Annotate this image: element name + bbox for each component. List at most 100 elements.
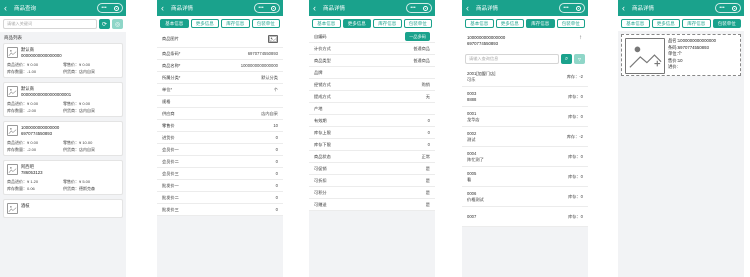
more-dots-icon[interactable]: ••• — [258, 5, 263, 11]
store-row[interactable]: 0005 看 库存：0 — [462, 167, 588, 187]
field-row[interactable]: 计价方式 普通商品 — [309, 43, 435, 55]
field-row[interactable]: 批发价三 0 — [157, 204, 283, 216]
tab-1[interactable]: 更多信息 — [495, 19, 524, 28]
product-name-block: 1000000000000000 6970774550893 — [21, 125, 59, 137]
refresh-button[interactable]: ⟳ — [99, 19, 110, 29]
product-card[interactable]: 默认商 000000000000000000001 商品进价：¥ 0.00 零售价：¥… — [3, 82, 123, 117]
unit-card[interactable]: 品名:1000000000000000 条码:6970774550893 单位:… — [621, 34, 741, 76]
tab-0[interactable]: 基本信息 — [312, 19, 341, 28]
store-row[interactable]: 0001 龙华店 库存：0 — [462, 107, 588, 127]
tab-1[interactable]: 更多信息 — [651, 19, 680, 28]
record-icon[interactable] — [575, 5, 581, 11]
field-row[interactable]: 进货价 0 — [157, 132, 283, 144]
field-row[interactable]: 商品条码* 6970774550893 — [157, 48, 283, 60]
field-row[interactable]: 批发价一 0 — [157, 180, 283, 192]
field-row[interactable]: 商品类型 普通商品 — [309, 55, 435, 67]
tab-1[interactable]: 更多信息 — [342, 19, 371, 28]
mini-program-capsule[interactable]: ••• — [97, 3, 123, 13]
field-row[interactable]: 可促销 是 — [309, 163, 435, 175]
mini-program-capsule[interactable]: ••• — [715, 3, 741, 13]
field-row[interactable]: 可折扣 是 — [309, 175, 435, 187]
product-card[interactable]: 默认商 00000000000000000 商品进价：¥ 0.00 零售价：¥ 0.0… — [3, 43, 123, 78]
record-icon[interactable] — [422, 5, 428, 11]
product-card[interactable]: 1000000000000000 6970774550893 商品进价：¥ 0.00… — [3, 121, 123, 156]
store-row[interactable]: 0002 测试 库存：-2 — [462, 127, 588, 147]
search-input[interactable]: 请输入关键词 — [3, 19, 97, 29]
store-row[interactable]: 0004 阵忙测了 库存：0 — [462, 147, 588, 167]
field-row[interactable]: 自编码 一品多码 — [309, 31, 435, 43]
product-card[interactable]: 阿西吧 786053123 商品进价：¥ 1.20 零售价：¥ 5.00 库存数量：0.… — [3, 160, 123, 195]
mini-program-capsule[interactable]: ••• — [559, 3, 585, 13]
field-row[interactable]: 品牌 — [309, 67, 435, 79]
product-name-block: 阿西吧 786053123 — [21, 164, 43, 176]
back-icon[interactable]: ‹ — [161, 0, 169, 16]
product-image-row[interactable]: 商品图片 — [157, 31, 283, 48]
tab-2[interactable]: 库存信息 — [526, 19, 555, 28]
field-row[interactable]: 所属分类* 默认分类 — [157, 72, 283, 84]
tab-1[interactable]: 更多信息 — [190, 19, 219, 28]
image-placeholder-icon[interactable] — [268, 35, 278, 43]
field-row[interactable]: 规格 — [157, 96, 283, 108]
field-row[interactable]: 供应商 店内自采 — [157, 108, 283, 120]
multi-code-button[interactable]: 一品多码 — [405, 32, 430, 41]
arrow-up-icon[interactable]: ↑ — [579, 35, 582, 41]
store-row[interactable]: 2001[加盟门店] 可乐 库存：-2 — [462, 67, 588, 87]
store-stock: 库存：-2 — [566, 73, 583, 79]
more-dots-icon[interactable]: ••• — [719, 5, 724, 11]
mini-program-capsule[interactable]: ••• — [406, 3, 432, 13]
field-row[interactable]: 有效期 0 — [309, 115, 435, 127]
more-dots-icon[interactable]: ••• — [101, 5, 106, 11]
tab-0[interactable]: 基本信息 — [621, 19, 650, 28]
field-label: 商品图片 — [162, 36, 179, 41]
field-row[interactable]: 提成方式 无 — [309, 91, 435, 103]
field-row[interactable]: 会员价三 0 — [157, 168, 283, 180]
field-row[interactable]: 库存上限 0 — [309, 127, 435, 139]
filter-button[interactable]: ▿ — [574, 54, 585, 64]
field-row[interactable]: 库存下限 0 — [309, 139, 435, 151]
retail-price: 零售价：¥ 0.00 — [63, 62, 119, 68]
store-row[interactable]: 0006 价格测试 库存：0 — [462, 187, 588, 207]
page-title: 商品详情 — [171, 6, 194, 12]
tab-2[interactable]: 库存信息 — [373, 19, 402, 28]
field-row[interactable]: 商品状态 正常 — [309, 151, 435, 163]
mini-program-capsule[interactable]: ••• — [254, 3, 280, 13]
field-row[interactable]: 会员价一 0 — [157, 144, 283, 156]
tab-2[interactable]: 库存信息 — [221, 19, 250, 28]
field-row[interactable]: 可赠送 是 — [309, 199, 435, 211]
field-row[interactable]: 会员价二 0 — [157, 156, 283, 168]
more-dots-icon[interactable]: ••• — [410, 5, 415, 11]
back-icon[interactable]: ‹ — [313, 0, 321, 16]
record-icon[interactable] — [731, 5, 737, 11]
tab-3[interactable]: 包装单位 — [251, 19, 280, 28]
product-code: 786053123 — [21, 170, 43, 175]
back-icon[interactable]: ‹ — [466, 0, 474, 16]
field-row[interactable]: 可积分 是 — [309, 187, 435, 199]
product-card[interactable]: 酒枝 — [3, 199, 123, 218]
stock-search-input[interactable]: 请输入查询信息 — [465, 54, 559, 64]
field-row[interactable]: 单位* 个 — [157, 84, 283, 96]
back-icon[interactable]: ‹ — [622, 0, 630, 16]
tab-2[interactable]: 库存信息 — [682, 19, 711, 28]
field-row[interactable]: 商品名称* 1000000000000000 — [157, 60, 283, 72]
product-code: 6970774550893 — [21, 131, 53, 136]
field-row[interactable]: 经销方式 购销 — [309, 79, 435, 91]
search-button[interactable]: ⌕ — [561, 54, 572, 64]
tab-0[interactable]: 基本信息 — [160, 19, 189, 28]
more-dots-icon[interactable]: ••• — [563, 5, 568, 11]
tab-3[interactable]: 包装单位 — [403, 19, 432, 28]
store-name: 阵忙测了 — [467, 156, 484, 162]
image-placeholder-icon[interactable] — [625, 38, 665, 74]
scan-button[interactable]: ◎ — [112, 19, 123, 29]
record-icon[interactable] — [113, 5, 119, 11]
page-title: 商品详情 — [323, 6, 346, 12]
field-row[interactable]: 产地 — [309, 103, 435, 115]
tab-3[interactable]: 包装单位 — [556, 19, 585, 28]
record-icon[interactable] — [270, 5, 276, 11]
field-row[interactable]: 批发价二 0 — [157, 192, 283, 204]
tab-3[interactable]: 包装单位 — [712, 19, 741, 28]
store-row[interactable]: 0003 8888 库存：0 — [462, 87, 588, 107]
back-icon[interactable]: ‹ — [4, 0, 12, 16]
tab-0[interactable]: 基本信息 — [465, 19, 494, 28]
field-row[interactable]: 零售价 10 — [157, 120, 283, 132]
store-row[interactable]: 0007 库存：0 — [462, 207, 588, 227]
